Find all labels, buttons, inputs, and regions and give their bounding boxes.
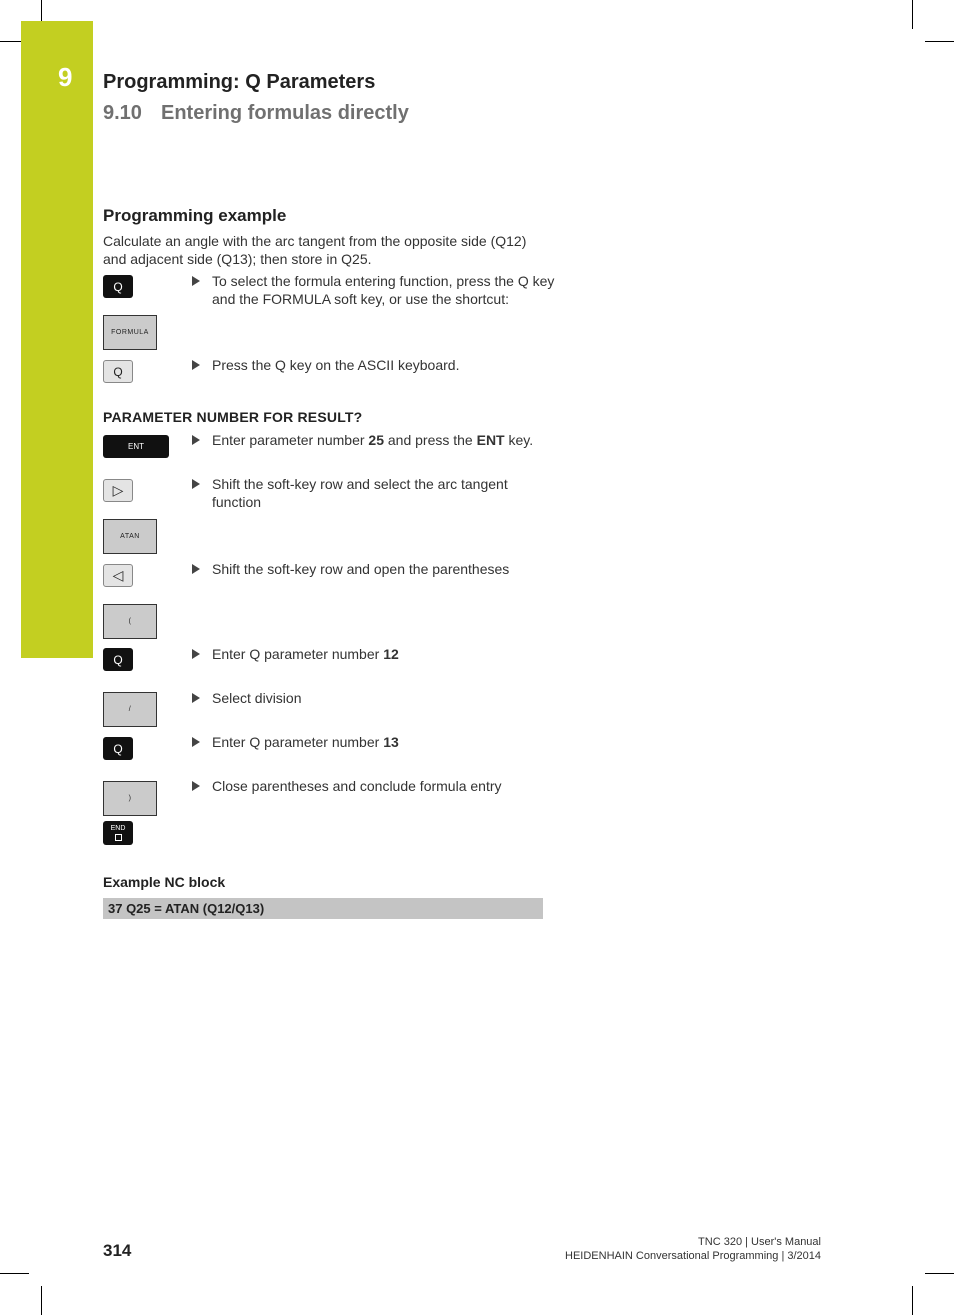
parameter-prompt: PARAMETER NUMBER FOR RESULT? [103,409,363,425]
end-key: END [103,821,133,845]
crop-mark [41,0,42,21]
bullet-arrow-icon [192,649,200,659]
example-nc-block-heading: Example NC block [103,874,226,890]
step-2: Press the Q key on the ASCII keyboard. [190,356,557,374]
footer-line-1: TNC 320 | User's Manual [698,1236,821,1248]
q-key: Q [103,275,133,298]
bullet-arrow-icon [192,781,200,791]
bullet-arrow-icon [192,564,200,574]
step-7: Select division [190,689,557,707]
shift-left-icon: ◁ [103,564,133,587]
formula-softkey: FORMULA [103,315,157,350]
section-title: 9.10 Entering formulas directly [103,102,409,125]
footer-info: TNC 320 | User's Manual HEIDENHAIN Conve… [565,1235,821,1263]
ent-key: ENT [103,435,169,458]
step-3: Enter parameter number 25 and press the … [190,431,557,449]
step-6: Enter Q parameter number 12 [190,645,557,663]
page-number: 314 [103,1241,132,1260]
bullet-arrow-icon [192,479,200,489]
bullet-arrow-icon [192,360,200,370]
atan-softkey: ATAN [103,519,157,554]
crop-mark [0,1273,29,1274]
step-1: To select the formula entering function,… [190,272,557,308]
crop-mark [925,41,954,42]
ascii-q-key: Q [103,360,133,383]
intro-paragraph: Calculate an angle with the arc tangent … [103,233,527,267]
footer-line-2: HEIDENHAIN Conversational Programming | … [565,1250,821,1262]
chapter-number: 9 [58,62,73,92]
step-9: Close parentheses and conclude formula e… [190,777,557,795]
bullet-arrow-icon [192,737,200,747]
crop-mark [41,1286,42,1315]
step-4: Shift the soft-key row and select the ar… [190,475,557,511]
end-square-icon [114,834,122,841]
open-paren-softkey: ( [103,604,157,639]
crop-mark [912,0,913,29]
section-number: 9.10 [103,102,142,124]
close-paren-softkey: ) [103,781,157,816]
end-key-label: END [110,825,126,832]
crop-mark [912,1286,913,1315]
chapter-title: Programming: Q Parameters [103,71,376,93]
shift-right-icon: ▷ [103,479,133,502]
crop-mark [925,1273,954,1274]
programming-example-heading: Programming example [103,206,287,225]
division-softkey: / [103,692,157,727]
step-8: Enter Q parameter number 13 [190,733,557,751]
q-key: Q [103,737,133,760]
chapter-tab [21,21,93,658]
step-5: Shift the soft-key row and open the pare… [190,560,557,578]
q-key: Q [103,648,133,671]
section-title-text: Entering formulas directly [161,102,409,124]
bullet-arrow-icon [192,435,200,445]
crop-mark [0,41,21,42]
nc-block: 37 Q25 = ATAN (Q12/Q13) [103,898,543,919]
bullet-arrow-icon [192,693,200,703]
bullet-arrow-icon [192,276,200,286]
